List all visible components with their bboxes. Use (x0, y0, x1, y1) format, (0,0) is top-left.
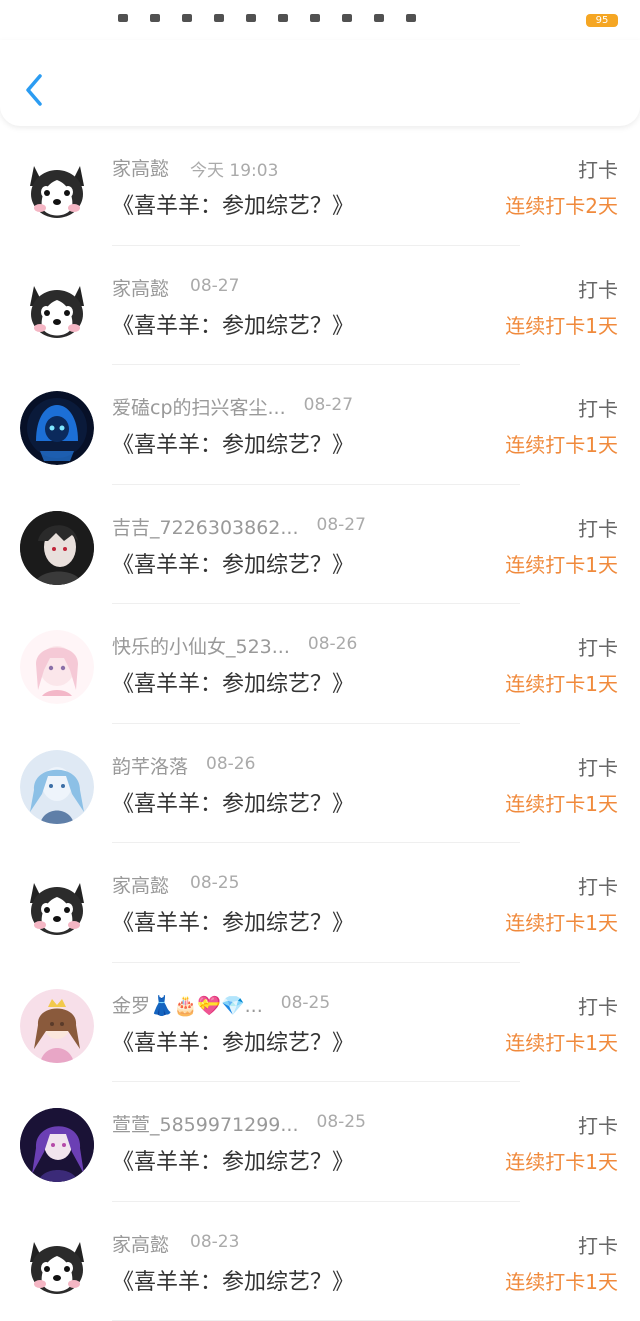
avatar[interactable] (20, 272, 94, 346)
book-title[interactable]: 《喜羊羊：参加综艺？》 (112, 188, 354, 220)
list-item[interactable]: 萱萱_5859971299... 08-25 《喜羊羊：参加综艺？》 打卡连续打卡1天 (0, 1082, 640, 1202)
streak-label: 连续打卡1天 (505, 1146, 618, 1175)
checkin-label: 打卡 (578, 513, 618, 542)
checkin-date: 08-23 (190, 1232, 239, 1252)
checkin-date: 08-26 (206, 754, 255, 774)
checkin-date: 08-25 (190, 873, 239, 893)
checkin-label: 打卡 (578, 752, 618, 781)
status-icons (118, 14, 416, 22)
status-icon (374, 14, 384, 22)
list-item[interactable]: 韵芊洛落 08-26 《喜羊羊：参加综艺？》 打卡连续打卡1天 (0, 724, 640, 844)
avatar[interactable] (20, 511, 94, 585)
checkin-date: 08-25 (281, 993, 330, 1013)
user-name[interactable]: 家高懿 (112, 154, 169, 181)
checkin-list: 家高懿今天 19:03《喜羊羊：参加综艺？》打卡连续打卡2天 家高懿08-27《… (0, 126, 640, 1321)
streak-label: 连续打卡1天 (505, 668, 618, 697)
avatar[interactable] (20, 750, 94, 824)
status-icon (150, 14, 160, 22)
avatar[interactable] (20, 630, 94, 704)
streak-label: 连续打卡1天 (505, 1027, 618, 1056)
checkin-date: 08-27 (304, 395, 353, 415)
book-title[interactable]: 《喜羊羊：参加综艺？》 (112, 1144, 354, 1176)
checkin-date: 今天 19:03 (190, 156, 278, 181)
checkin-date: 08-26 (308, 634, 357, 654)
book-title[interactable]: 《喜羊羊：参加综艺？》 (112, 786, 354, 818)
streak-label: 连续打卡1天 (505, 429, 618, 458)
checkin-label: 打卡 (578, 1110, 618, 1139)
user-name[interactable]: 家高懿 (112, 274, 169, 301)
book-title[interactable]: 《喜羊羊：参加综艺？》 (112, 308, 354, 340)
user-name[interactable]: 快乐的小仙女_523... (112, 632, 290, 659)
status-bar: 95 (0, 0, 640, 40)
list-item[interactable]: 吉吉_7226303862... 08-27 《喜羊羊：参加综艺？》 打卡连续打卡1天 (0, 485, 640, 605)
status-icon (118, 14, 128, 22)
checkin-label: 打卡 (578, 991, 618, 1020)
checkin-date: 08-27 (190, 276, 239, 296)
checkin-label: 打卡 (578, 871, 618, 900)
list-item[interactable]: 家高懿08-23《喜羊羊：参加综艺？》打卡连续打卡1天 (0, 1202, 640, 1321)
list-item[interactable]: 金罗👗🎂💝💎... 08-25 《喜羊羊：参加综艺？》 打卡连续打卡1天 (0, 963, 640, 1083)
checkin-label: 打卡 (578, 632, 618, 661)
streak-label: 连续打卡1天 (505, 788, 618, 817)
checkin-label: 打卡 (578, 274, 618, 303)
streak-label: 连续打卡1天 (505, 549, 618, 578)
avatar[interactable] (20, 1228, 94, 1302)
avatar[interactable] (20, 989, 94, 1063)
status-icon (182, 14, 192, 22)
user-name[interactable]: 金罗👗🎂💝💎... (112, 991, 263, 1018)
avatar[interactable] (20, 1108, 94, 1182)
status-icon (278, 14, 288, 22)
status-icon (342, 14, 352, 22)
list-item[interactable]: 爱磕cp的扫兴客尘... 08-27 《喜羊羊：参加综艺？》 打卡连续打卡1天 (0, 365, 640, 485)
checkin-label: 打卡 (578, 1230, 618, 1259)
book-title[interactable]: 《喜羊羊：参加综艺？》 (112, 427, 354, 459)
avatar[interactable] (20, 869, 94, 943)
book-title[interactable]: 《喜羊羊：参加综艺？》 (112, 666, 354, 698)
list-item[interactable]: 家高懿 08-27 《喜羊羊：参加综艺？》 打卡连续打卡1天 (0, 246, 640, 366)
streak-label: 连续打卡1天 (505, 907, 618, 936)
checkin-date: 08-25 (317, 1112, 366, 1132)
checkin-label: 打卡 (578, 154, 618, 183)
user-name[interactable]: 家高懿 (112, 1230, 169, 1257)
streak-label: 连续打卡2天 (505, 190, 618, 219)
book-title[interactable]: 《喜羊羊：参加综艺？》 (112, 905, 354, 937)
avatar[interactable] (20, 391, 94, 465)
book-title[interactable]: 《喜羊羊：参加综艺？》 (112, 1025, 354, 1057)
status-icon (214, 14, 224, 22)
user-name[interactable]: 吉吉_7226303862... (112, 513, 299, 540)
user-name[interactable]: 韵芊洛落 (112, 752, 188, 779)
book-title[interactable]: 《喜羊羊：参加综艺？》 (112, 547, 354, 579)
list-item[interactable]: 家高懿今天 19:03 《喜羊羊：参加综艺？》 打卡连续打卡2天 (0, 126, 640, 246)
list-item[interactable]: 快乐的小仙女_523... 08-26 《喜羊羊：参加综艺？》 打卡连续打卡1天 (0, 604, 640, 724)
status-icon (310, 14, 320, 22)
user-name[interactable]: 家高懿 (112, 871, 169, 898)
checkin-label: 打卡 (578, 393, 618, 422)
user-name[interactable]: 爱磕cp的扫兴客尘... (112, 393, 286, 420)
avatar[interactable] (20, 152, 94, 226)
top-nav-bar (0, 40, 640, 126)
user-name[interactable]: 萱萱_5859971299... (112, 1110, 299, 1137)
battery-indicator: 95 (586, 14, 618, 27)
chevron-left-icon (20, 70, 50, 110)
back-button[interactable] (20, 70, 50, 110)
status-icon (406, 14, 416, 22)
checkin-date: 08-27 (317, 515, 366, 535)
list-item[interactable]: 家高懿 08-25 《喜羊羊：参加综艺？》 打卡连续打卡1天 (0, 843, 640, 963)
streak-label: 连续打卡1天 (505, 310, 618, 339)
streak-label: 连续打卡1天 (505, 1266, 618, 1295)
status-icon (246, 14, 256, 22)
